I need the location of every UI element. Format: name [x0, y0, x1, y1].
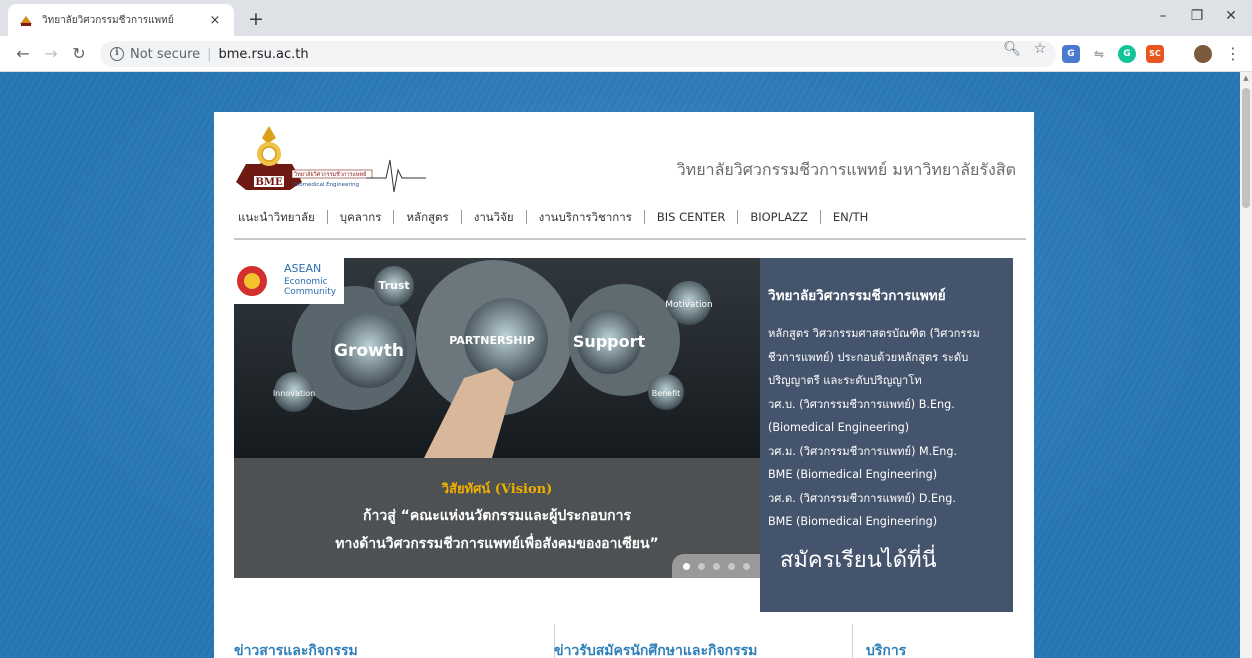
- svg-text:BME: BME: [255, 177, 283, 188]
- info-line: BME (Biomedical Engineering): [768, 515, 938, 528]
- slider-pagination: [672, 554, 760, 578]
- restore-button[interactable]: ❐: [1182, 8, 1212, 24]
- asean-badge-line3: Community: [284, 287, 337, 297]
- nav-item-bis-center[interactable]: BIS CENTER: [645, 210, 739, 224]
- vision-line-2: ทางด้านวิศวกรรมชีวการแพทย์เพื่อสังคมของอ…: [335, 536, 659, 552]
- site-title: วิทยาลัยวิศวกรรมชีวการแพทย์ มหาวิทยาลัยร…: [676, 160, 1016, 179]
- main-nav: แนะนำวิทยาลัย บุคลากร หลักสูตร งานวิจัย …: [234, 210, 1026, 240]
- section-services-heading[interactable]: บริการ: [866, 640, 906, 658]
- new-tab-button[interactable]: +: [244, 8, 268, 32]
- section-news-heading[interactable]: ข่าวสารและกิจกรรม: [234, 640, 358, 658]
- info-line: หลักสูตร วิศวกรรมศาสตรบัณฑิต (วิศวกรรม: [768, 327, 980, 340]
- column-divider: [852, 624, 853, 658]
- info-line: วศ.ม. (วิศวกรรมชีวการแพทย์) M.Eng.: [768, 444, 958, 458]
- url-separator: |: [207, 46, 212, 62]
- gear-label-motivation: Motivation: [665, 300, 712, 310]
- tab-close-button[interactable]: ×: [206, 13, 224, 28]
- gear-label-innovation: Innovation: [273, 389, 315, 398]
- slider-dot[interactable]: [712, 562, 720, 570]
- bookmark-star-icon[interactable]: ☆: [1028, 41, 1052, 57]
- page-scrollbar[interactable]: ▲: [1240, 72, 1252, 658]
- gear-label-growth: Growth: [334, 341, 404, 361]
- translate-extension-icon[interactable]: G: [1062, 45, 1080, 63]
- zoom-icon[interactable]: 🔍︎: [1000, 41, 1024, 57]
- nav-item-research[interactable]: งานวิจัย: [462, 210, 527, 224]
- tab-title: วิทยาลัยวิศวกรรมชีวการแพทย์: [42, 14, 174, 26]
- grammarly-extension-icon[interactable]: G: [1118, 45, 1136, 63]
- address-bar[interactable]: i Not secure | bme.rsu.ac.th: [100, 41, 1056, 67]
- menu-kebab-icon[interactable]: ⋮: [1222, 44, 1244, 63]
- site-favicon-icon: [20, 16, 32, 26]
- asean-badge-line1: ASEAN: [284, 262, 321, 275]
- security-status: Not secure: [130, 46, 201, 62]
- profile-avatar[interactable]: [1194, 45, 1212, 63]
- vision-line-1: ก้าวสู่ “คณะแห่งนวัตกรรมและผู้ประกอบการ: [363, 508, 631, 524]
- gear-label-support: Support: [573, 332, 646, 351]
- page-container: BME วิทยาลัยวิศวกรรมชีวการแพทย์ Biomedic…: [214, 112, 1034, 658]
- hero-slider[interactable]: ASEAN Economic Community Trust Growth PA…: [234, 258, 760, 578]
- nav-item-curriculum[interactable]: หลักสูตร: [394, 210, 462, 224]
- scroll-up-icon[interactable]: ▲: [1240, 72, 1252, 84]
- info-heading: วิทยาลัยวิศวกรรมชีวการแพทย์: [768, 288, 946, 304]
- slider-dot[interactable]: [727, 562, 735, 570]
- browser-toolbar: ← → ↻ i Not secure | bme.rsu.ac.th 🔍︎ ☆ …: [0, 36, 1252, 72]
- info-line: ปริญญาตรี และระดับปริญญาโท: [768, 374, 922, 387]
- section-admissions-heading[interactable]: ข่าวรับสมัครนักศึกษาและกิจกรรม: [554, 640, 757, 658]
- reload-icon[interactable]: ↻: [68, 44, 90, 63]
- forward-icon[interactable]: →: [40, 44, 62, 63]
- nav-item-about[interactable]: แนะนำวิทยาลัย: [234, 210, 328, 224]
- minimize-button[interactable]: –: [1148, 8, 1178, 24]
- info-line: BME (Biomedical Engineering): [768, 468, 938, 481]
- back-icon[interactable]: ←: [12, 44, 34, 63]
- apply-now-link[interactable]: สมัครเรียนได้ที่นี่: [780, 542, 1003, 577]
- slider-dot[interactable]: [697, 562, 705, 570]
- sc-extension-icon[interactable]: SC: [1146, 45, 1164, 63]
- asean-badge-line2: Economic: [284, 277, 328, 287]
- url-text: bme.rsu.ac.th: [218, 46, 309, 62]
- page-viewport: BME วิทยาลัยวิศวกรรมชีวการแพทย์ Biomedic…: [0, 72, 1240, 658]
- slider-dot[interactable]: [742, 562, 750, 570]
- nav-item-academic-services[interactable]: งานบริการวิชาการ: [527, 210, 645, 224]
- gear-label-benefit: Benefit: [652, 389, 681, 398]
- info-line: (Biomedical Engineering): [768, 421, 910, 434]
- dropbox-extension-icon[interactable]: ⇋: [1090, 45, 1108, 63]
- browser-tab-bar: วิทยาลัยวิศวกรรมชีวการแพทย์ × + – ❐ ✕: [0, 0, 1252, 36]
- info-icon[interactable]: i: [110, 47, 124, 61]
- program-info-panel: วิทยาลัยวิศวกรรมชีวการแพทย์ หลักสูตร วิศ…: [760, 258, 1013, 612]
- nav-item-staff[interactable]: บุคลากร: [328, 210, 395, 224]
- vision-label: วิสัยทัศน์ (Vision): [441, 482, 553, 497]
- info-line: วศ.ด. (วิศวกรรมชีวการแพทย์) D.Eng.: [768, 491, 956, 505]
- close-window-button[interactable]: ✕: [1216, 8, 1246, 24]
- scroll-thumb[interactable]: [1242, 88, 1250, 208]
- nav-item-language[interactable]: EN/TH: [821, 210, 880, 224]
- slider-dot[interactable]: [682, 562, 690, 570]
- bme-logo[interactable]: BME วิทยาลัยวิศวกรรมชีวการแพทย์ Biomedic…: [226, 120, 426, 200]
- slide-image: ASEAN Economic Community Trust Growth PA…: [234, 258, 760, 458]
- svg-text:Biomedical Engineering: Biomedical Engineering: [294, 182, 359, 188]
- info-line: ชีวการแพทย์) ประกอบด้วยหลักสูตร ระดับ: [768, 350, 969, 364]
- browser-tab[interactable]: วิทยาลัยวิศวกรรมชีวการแพทย์ ×: [8, 4, 234, 36]
- svg-text:วิทยาลัยวิศวกรรมชีวการแพทย์: วิทยาลัยวิศวกรรมชีวการแพทย์: [293, 171, 366, 178]
- nav-item-bioplazz[interactable]: BIOPLAZZ: [738, 210, 821, 224]
- info-line: วศ.บ. (วิศวกรรมชีวการแพทย์) B.Eng.: [768, 397, 955, 411]
- gear-label-partnership: PARTNERSHIP: [449, 334, 535, 347]
- gear-label-trust: Trust: [378, 279, 409, 292]
